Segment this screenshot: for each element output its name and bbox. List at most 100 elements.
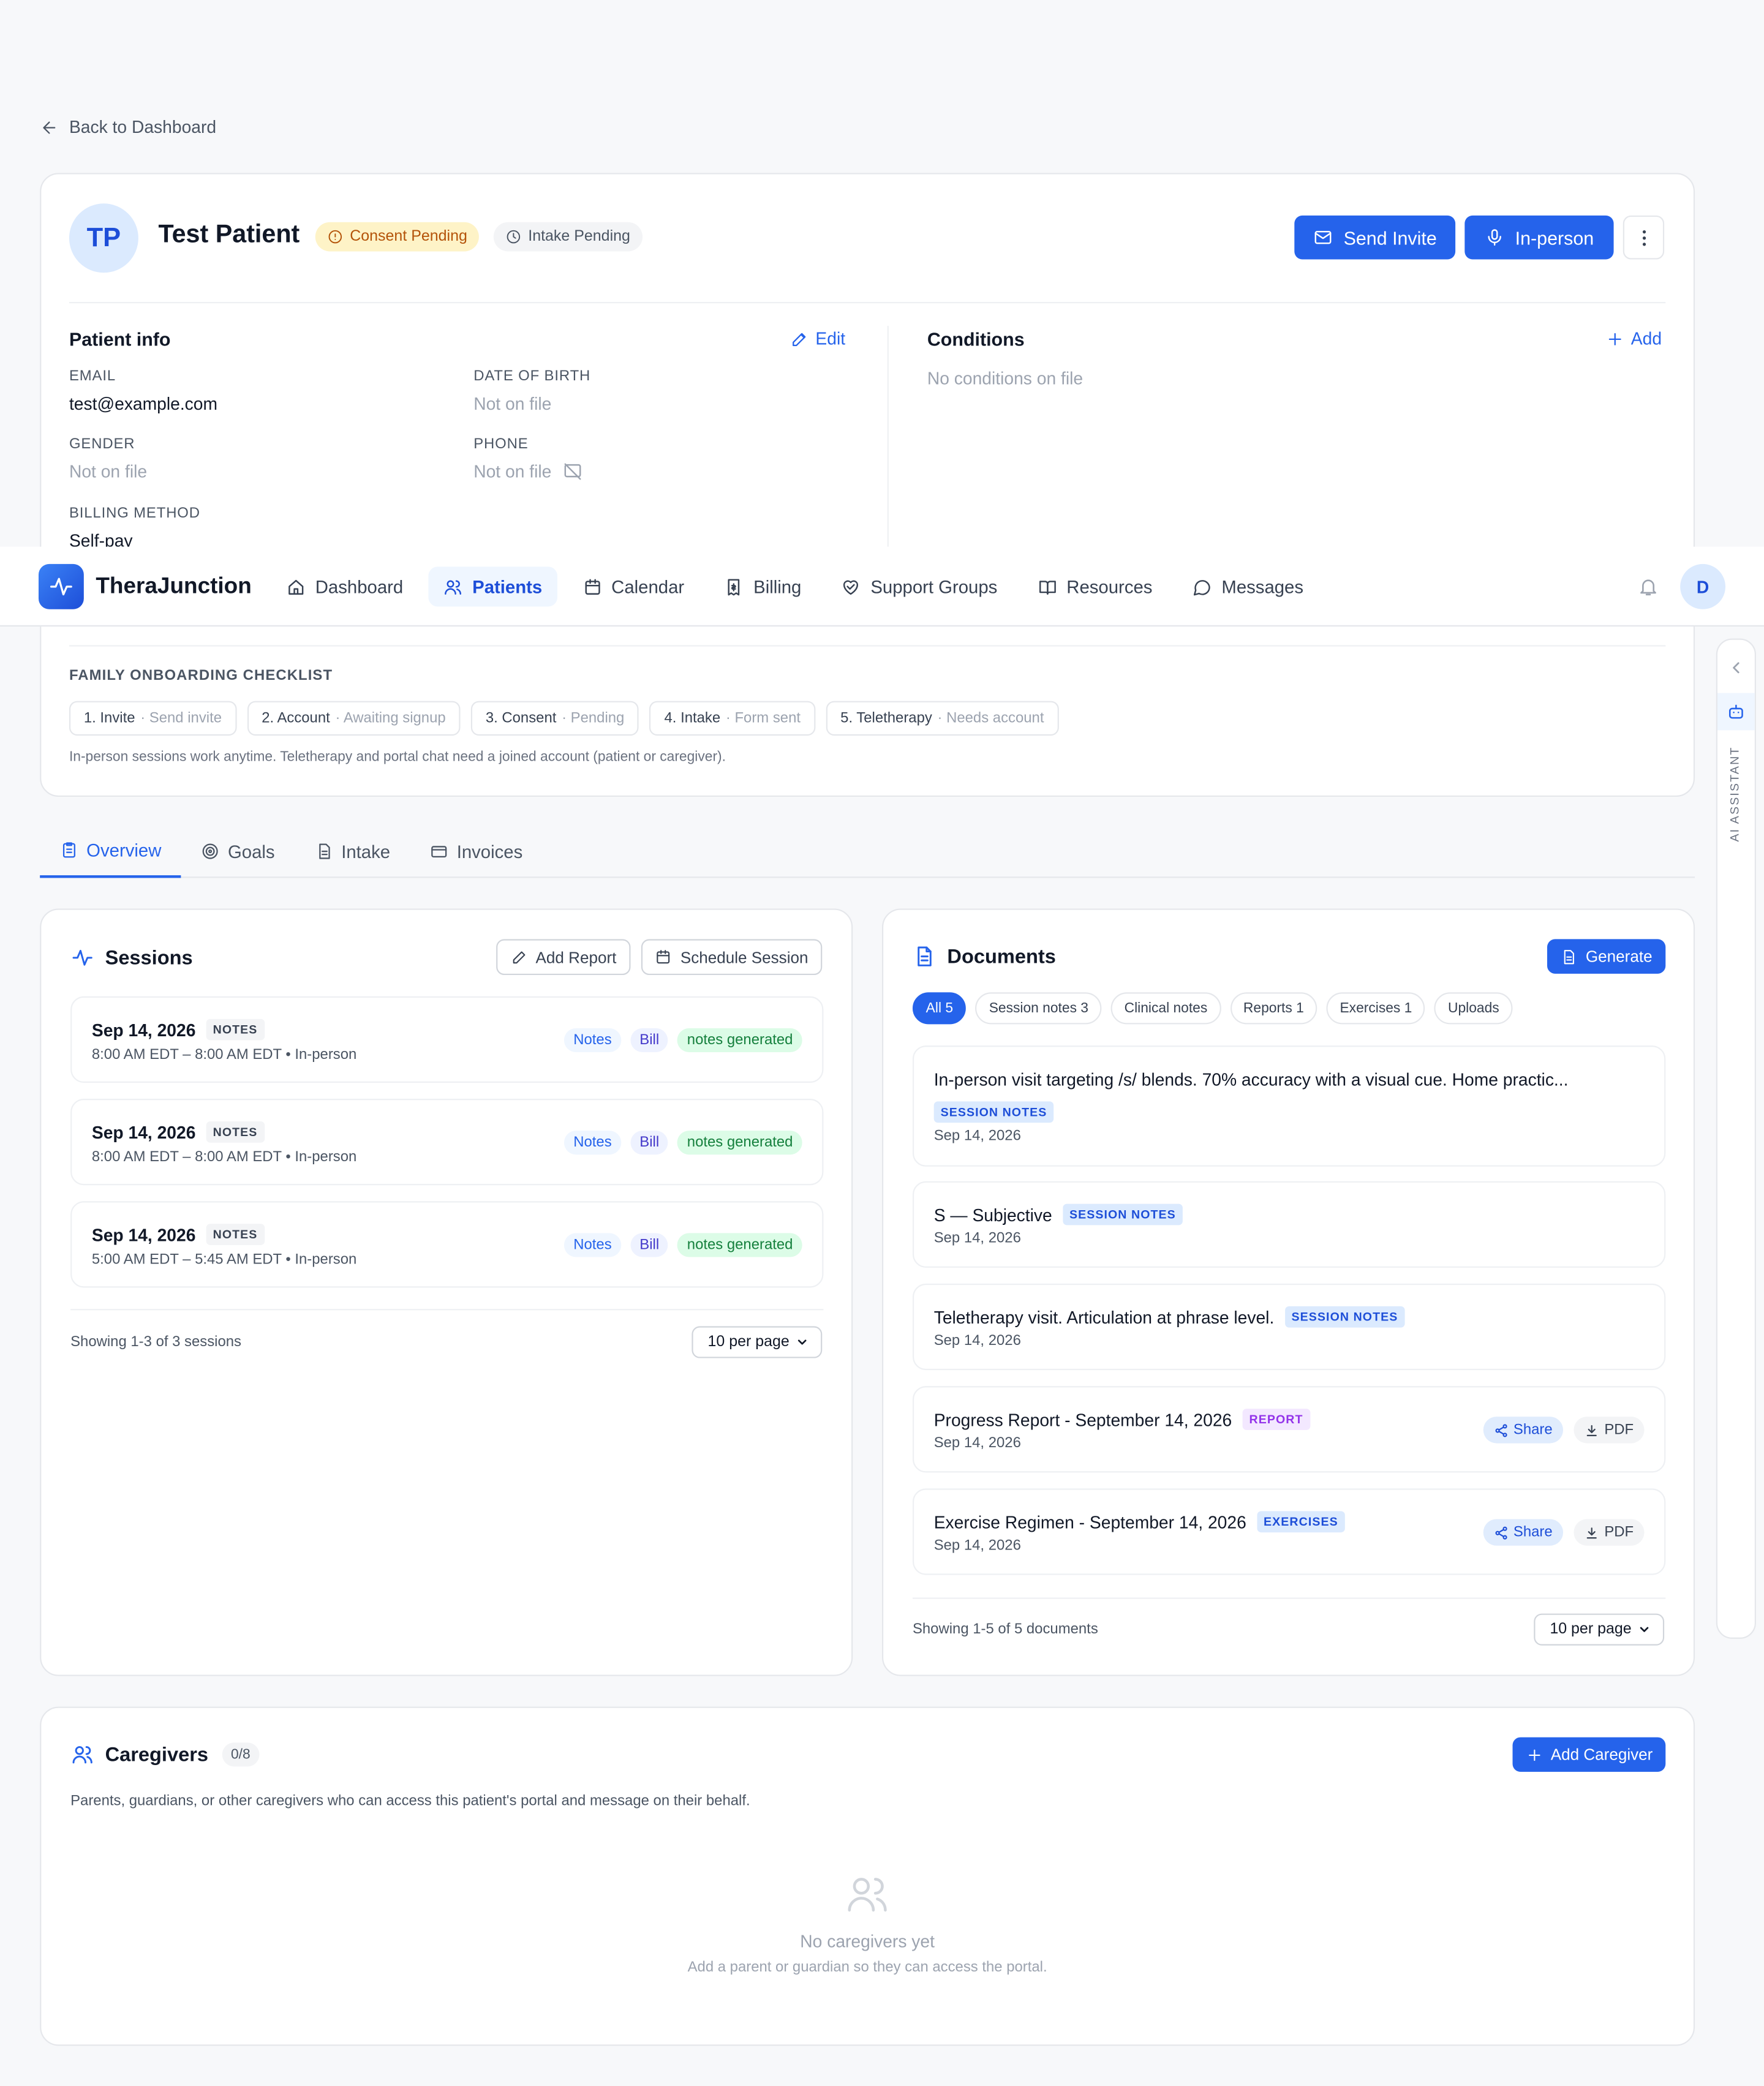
back-to-dashboard-link[interactable]: Back to Dashboard	[40, 117, 216, 137]
session-bill-button[interactable]: Bill	[630, 1233, 669, 1257]
plus-icon	[1528, 1749, 1540, 1761]
brand-logo[interactable]	[38, 563, 84, 609]
filter-session-notes[interactable]: Session notes 3	[975, 992, 1102, 1025]
file-text-icon	[1564, 949, 1574, 964]
nav-item-dashboard[interactable]: Dashboard	[271, 567, 418, 606]
users-icon	[848, 1878, 887, 1912]
sessions-per-page-select[interactable]: 10 per page	[692, 1326, 823, 1358]
schedule-session-button[interactable]: Schedule Session	[641, 939, 823, 976]
per-page-value: 10 per page	[1550, 1621, 1632, 1638]
tab-invoices[interactable]: Invoices	[410, 825, 543, 878]
notifications-button[interactable]	[1638, 576, 1659, 597]
session-tag: NOTES	[206, 1224, 265, 1245]
session-row[interactable]: Sep 14, 2026 NOTES 5:00 AM EDT – 5:45 AM…	[70, 1201, 824, 1288]
filter-reports[interactable]: Reports 1	[1230, 992, 1317, 1025]
documents-per-page-select[interactable]: 10 per page	[1534, 1613, 1665, 1646]
send-invite-button[interactable]: Send Invite	[1294, 215, 1456, 260]
microphone-icon	[1488, 229, 1501, 246]
heart-handshake-icon	[843, 579, 859, 594]
nav-item-patients[interactable]: Patients	[428, 567, 557, 607]
more-options-button[interactable]	[1623, 215, 1665, 260]
add-report-button[interactable]: Add Report	[496, 939, 631, 976]
filter-all[interactable]: All 5	[912, 992, 967, 1025]
conditions-title: Conditions	[927, 328, 1025, 350]
book-icon	[1039, 580, 1056, 594]
alert-circle-icon	[328, 230, 342, 244]
document-title-line: S — Subjective SESSION NOTES	[934, 1203, 1183, 1226]
share-button[interactable]: Share	[1482, 1519, 1564, 1546]
session-notes-button[interactable]: Notes	[564, 1131, 621, 1155]
pdf-download-button[interactable]: PDF	[1574, 1417, 1645, 1444]
users-icon	[445, 579, 462, 594]
document-tag: REPORT	[1242, 1409, 1310, 1430]
filter-clinical-notes[interactable]: Clinical notes	[1110, 992, 1221, 1025]
filter-exercises[interactable]: Exercises 1	[1326, 992, 1426, 1025]
brand-name: TheraJunction	[96, 573, 252, 599]
add-condition-button[interactable]: Add	[1606, 328, 1662, 348]
pencil-icon	[512, 951, 525, 964]
session-row[interactable]: Sep 14, 2026 NOTES 8:00 AM EDT – 8:00 AM…	[70, 996, 824, 1083]
document-item[interactable]: Teletherapy visit. Articulation at phras…	[912, 1283, 1666, 1371]
in-person-button[interactable]: In-person	[1464, 215, 1614, 260]
checklist-step-teletherapy[interactable]: 5. Teletherapy · Needs account	[826, 701, 1059, 736]
chevron-down-icon	[1640, 1627, 1649, 1632]
gender-value: Not on file	[69, 461, 148, 482]
message-off-icon[interactable]	[562, 462, 582, 482]
sessions-footer-divider	[70, 1309, 824, 1311]
share-label: Share	[1513, 1524, 1553, 1541]
edit-patient-info-button[interactable]: Edit	[790, 328, 845, 348]
nav-item-support-groups[interactable]: Support Groups	[827, 567, 1012, 606]
nav-item-label: Billing	[753, 576, 802, 597]
add-caregiver-button[interactable]: Add Caregiver	[1512, 1737, 1666, 1772]
checklist-step-intake[interactable]: 4. Intake · Form sent	[649, 701, 815, 736]
ai-assistant-panel[interactable]: AI ASSISTANT	[1716, 638, 1756, 1639]
document-item[interactable]: Exercise Regimen - September 14, 2026 EX…	[912, 1488, 1666, 1575]
nav-item-messages[interactable]: Messages	[1178, 567, 1318, 606]
checklist-step-account[interactable]: 2. Account · Awaiting signup	[247, 701, 461, 736]
nav-item-calendar[interactable]: Calendar	[568, 567, 699, 606]
session-time: 5:00 AM EDT – 5:45 AM EDT • In-person	[91, 1251, 357, 1268]
session-row[interactable]: Sep 14, 2026 NOTES 8:00 AM EDT – 8:00 AM…	[70, 1099, 824, 1186]
document-item[interactable]: Progress Report - September 14, 2026 REP…	[912, 1386, 1666, 1473]
add-report-label: Add Report	[535, 947, 617, 966]
document-title: Progress Report - September 14, 2026	[933, 1409, 1232, 1429]
nav-item-label: Resources	[1066, 576, 1153, 597]
document-item[interactable]: S — Subjective SESSION NOTES Sep 14, 202…	[912, 1181, 1666, 1268]
intake-status-text: Intake Pending	[528, 228, 630, 245]
document-date: Sep 14, 2026	[933, 1435, 1021, 1452]
tab-intake[interactable]: Intake	[295, 825, 410, 878]
share-button[interactable]: Share	[1482, 1417, 1564, 1444]
target-icon	[203, 843, 219, 859]
tab-overview[interactable]: Overview	[40, 825, 181, 878]
arrow-left-icon	[43, 121, 56, 134]
step-status: · Form sent	[725, 710, 801, 726]
calendar-icon	[584, 578, 600, 594]
step-status: · Pending	[562, 710, 625, 726]
filter-uploads[interactable]: Uploads	[1434, 992, 1513, 1025]
session-tag: NOTES	[206, 1121, 265, 1143]
documents-pagination-text: Showing 1-5 of 5 documents	[912, 1621, 1098, 1638]
add-caregiver-label: Add Caregiver	[1550, 1745, 1653, 1764]
checklist-step-invite[interactable]: 1. Invite · Send invite	[69, 701, 236, 736]
clipboard-icon	[62, 842, 75, 858]
checklist-step-consent[interactable]: 3. Consent · Pending	[470, 701, 639, 736]
session-notes-button[interactable]: Notes	[564, 1028, 621, 1053]
nav-item-label: Support Groups	[870, 576, 998, 597]
assistant-bot-button[interactable]	[1717, 693, 1755, 731]
session-notes-button[interactable]: Notes	[564, 1233, 621, 1257]
nav-item-resources[interactable]: Resources	[1023, 567, 1167, 606]
generate-document-button[interactable]: Generate	[1547, 939, 1666, 974]
checklist-title: FAMILY ONBOARDING CHECKLIST	[69, 668, 333, 684]
document-date: Sep 14, 2026	[933, 1333, 1021, 1349]
collapse-assistant-button[interactable]	[1727, 658, 1745, 677]
user-avatar[interactable]: D	[1680, 563, 1726, 609]
tab-goals[interactable]: Goals	[181, 825, 295, 878]
share-icon	[1494, 1423, 1507, 1437]
document-item[interactable]: In-person visit targeting /s/ blends. 70…	[912, 1045, 1666, 1167]
step-label: 5. Teletherapy	[840, 710, 932, 726]
pdf-download-button[interactable]: PDF	[1574, 1519, 1645, 1546]
nav-item-billing[interactable]: Billing	[709, 567, 816, 606]
session-bill-button[interactable]: Bill	[630, 1028, 669, 1053]
session-bill-button[interactable]: Bill	[630, 1131, 669, 1155]
nav-items: Dashboard Patients Calendar Billing Supp…	[271, 567, 1318, 607]
